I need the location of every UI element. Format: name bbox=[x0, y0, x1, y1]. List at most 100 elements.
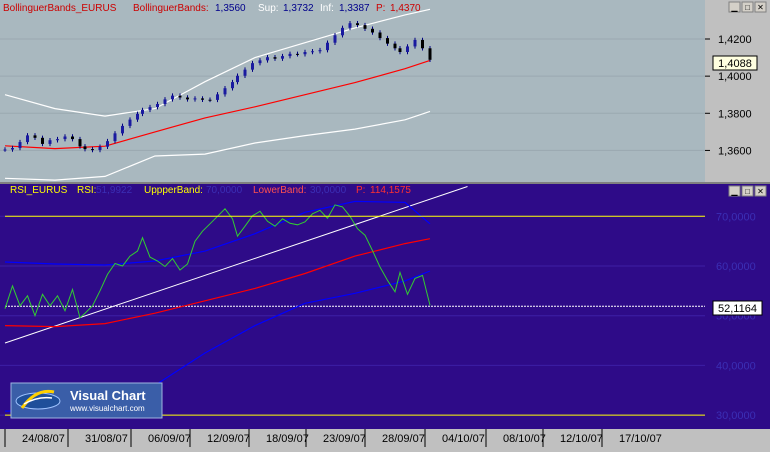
minimize-icon: ▁ bbox=[730, 3, 738, 12]
p-label: P: bbox=[376, 3, 385, 14]
price-candle-body bbox=[18, 142, 22, 149]
lower-value: 30,0000 bbox=[310, 185, 347, 196]
close-icon: ✕ bbox=[757, 187, 764, 196]
panel-separator bbox=[0, 182, 770, 184]
maximize-icon: □ bbox=[745, 3, 750, 12]
price-candle-body bbox=[296, 53, 299, 55]
price-candle-body bbox=[333, 35, 337, 43]
bb-label: BollinguerBands: bbox=[133, 3, 209, 14]
price-candle-body bbox=[128, 119, 132, 126]
price-candle-body bbox=[398, 48, 402, 52]
lower-label: LowerBand: bbox=[253, 185, 306, 196]
x-tick-label: 12/09/07 bbox=[207, 433, 250, 445]
price-candle-body bbox=[26, 135, 29, 143]
price-candle-body bbox=[386, 38, 389, 44]
x-tick-label: 18/09/07 bbox=[266, 433, 309, 445]
rsi-p-label: P: bbox=[356, 185, 365, 196]
price-candle-body bbox=[11, 148, 14, 150]
price-window-buttons: ▁ □ ✕ bbox=[728, 1, 767, 13]
price-candle-body bbox=[63, 136, 67, 140]
watermark-brand: Visual Chart bbox=[70, 388, 146, 403]
price-candle-body bbox=[136, 113, 139, 120]
rsi-tick-label: 70,0000 bbox=[716, 211, 756, 223]
rsi-p-value: 114,1575 bbox=[370, 185, 411, 196]
x-tick-label: 31/08/07 bbox=[85, 433, 128, 445]
inf-value: 1,3387 bbox=[339, 3, 370, 14]
price-candle-body bbox=[193, 98, 197, 100]
price-candle-body bbox=[231, 82, 234, 89]
price-plot-area bbox=[0, 0, 705, 182]
price-candle-body bbox=[208, 99, 212, 101]
rsi-panel: 70,000060,000050,000040,000030,0000 52,1… bbox=[0, 184, 770, 429]
close-icon: ✕ bbox=[757, 3, 764, 12]
price-candle-body bbox=[106, 141, 109, 147]
rsi-last-label: 52,1164 bbox=[712, 300, 763, 316]
price-candle-body bbox=[156, 104, 159, 108]
rsi-last-value: 52,1164 bbox=[718, 303, 757, 315]
price-panel: 1,4200 1,4000 1,3800 1,3600 1,4088 Bollingu… bbox=[0, 0, 770, 182]
price-candle-body bbox=[318, 50, 322, 52]
price-candle-body bbox=[236, 75, 239, 83]
price-candle-body bbox=[251, 63, 254, 70]
price-candle-body bbox=[78, 139, 82, 147]
rsi-tick-label: 40,0000 bbox=[716, 360, 756, 372]
rsi-tick-label: 30,0000 bbox=[716, 410, 756, 422]
price-candle-body bbox=[413, 39, 417, 47]
x-tick-label: 23/09/07 bbox=[323, 433, 366, 445]
visual-chart-watermark: Visual Chart www.visualchart.com bbox=[10, 382, 163, 419]
price-candle-body bbox=[56, 139, 59, 141]
price-candle-body bbox=[341, 27, 344, 36]
price-candle-body bbox=[371, 28, 374, 33]
price-candle-body bbox=[91, 149, 94, 151]
price-candle-body bbox=[113, 133, 117, 142]
price-candle-body bbox=[98, 146, 102, 151]
price-candle-body bbox=[178, 95, 182, 98]
price-candle-body bbox=[428, 48, 432, 60]
price-candle-body bbox=[171, 95, 174, 100]
price-candle-body bbox=[348, 23, 352, 28]
sup-label: Sup: bbox=[258, 3, 279, 14]
maximize-icon: □ bbox=[745, 187, 750, 196]
price-candle-body bbox=[121, 125, 124, 134]
price-last-label: 1,4088 bbox=[712, 55, 758, 71]
price-candle-body bbox=[378, 32, 382, 39]
upper-label: UppperBand: bbox=[144, 185, 203, 196]
price-tick-label: 1,3800 bbox=[718, 108, 752, 120]
x-tick-label: 17/10/07 bbox=[619, 433, 662, 445]
price-tick-label: 1,3600 bbox=[718, 145, 752, 157]
price-candle-body bbox=[3, 149, 7, 151]
price-candle-body bbox=[311, 51, 314, 53]
price-candle-body bbox=[281, 56, 284, 59]
inf-label: Inf: bbox=[320, 3, 334, 14]
rsi-tick-label: 60,0000 bbox=[716, 261, 756, 273]
chart-window: 1,4200 1,4000 1,3800 1,3600 1,4088 Bollingu… bbox=[0, 0, 770, 447]
x-tick-label: 24/08/07 bbox=[22, 433, 65, 445]
price-candle-body bbox=[223, 88, 227, 95]
watermark-url: www.visualchart.com bbox=[69, 404, 145, 413]
bb-value: 1,3560 bbox=[215, 3, 246, 14]
price-candle-body bbox=[141, 109, 144, 114]
price-candle-body bbox=[148, 107, 152, 110]
rsi-window-buttons: ▁ □ ✕ bbox=[728, 185, 767, 197]
price-tick-label: 1,4200 bbox=[718, 34, 752, 46]
price-candle-body bbox=[266, 57, 269, 61]
price-candle-body bbox=[243, 69, 247, 76]
price-candle-body bbox=[356, 23, 359, 26]
x-tick-label: 12/10/07 bbox=[560, 433, 603, 445]
price-candle-body bbox=[406, 46, 409, 52]
price-candle-body bbox=[363, 25, 367, 29]
price-tick-label: 1,4000 bbox=[718, 71, 752, 83]
minimize-icon: ▁ bbox=[730, 187, 738, 196]
price-candle-body bbox=[216, 94, 219, 100]
price-candle-body bbox=[421, 39, 424, 49]
rsi-series-label: RSI_EURUS bbox=[10, 185, 68, 196]
x-tick-label: 04/10/07 bbox=[442, 433, 485, 445]
price-candle-body bbox=[41, 137, 44, 144]
upper-value: 70,0000 bbox=[206, 185, 243, 196]
price-candle-body bbox=[48, 140, 52, 144]
x-tick-label: 08/10/07 bbox=[503, 433, 546, 445]
price-last-value: 1,4088 bbox=[718, 58, 752, 70]
price-candle-body bbox=[273, 57, 277, 59]
rsi-value: 51,9922 bbox=[96, 185, 133, 196]
price-series-label: BollinguerBands_EURUS bbox=[3, 3, 117, 14]
